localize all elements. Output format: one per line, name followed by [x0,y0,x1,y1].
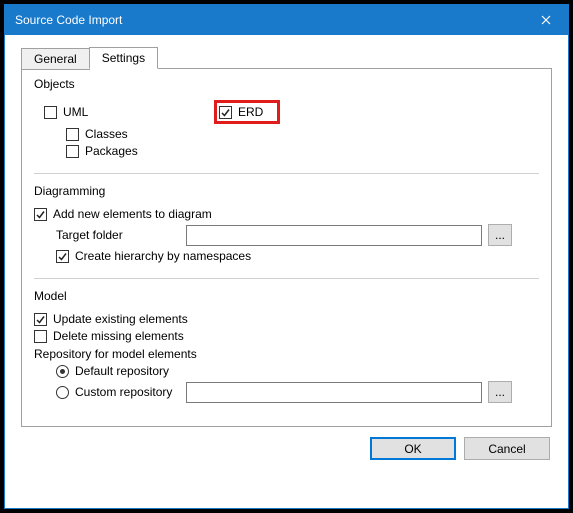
close-icon [541,15,551,25]
label-create-hierarchy[interactable]: Create hierarchy by namespaces [75,249,251,263]
dialog-window: Source Code Import General Settings Obje… [4,4,569,509]
tab-panel-settings: Objects UML ERD [21,68,552,427]
checkbox-erd[interactable] [219,106,232,119]
browse-custom-repository-button[interactable]: ... [488,381,512,403]
dialog-footer: OK Cancel [21,437,552,460]
group-diagramming: Diagramming Add new elements to diagram … [34,184,539,279]
client-area: General Settings Objects UML [5,35,568,472]
label-erd[interactable]: ERD [238,105,263,119]
label-target-folder: Target folder [56,228,186,242]
checkbox-uml[interactable] [44,106,57,119]
radio-custom-repository[interactable] [56,386,69,399]
divider [34,278,539,279]
group-model-label: Model [34,289,539,303]
group-objects: Objects UML ERD [34,77,539,174]
label-add-new-elements[interactable]: Add new elements to diagram [53,207,212,221]
checkbox-packages[interactable] [66,145,79,158]
input-target-folder[interactable] [186,225,482,246]
tab-general[interactable]: General [21,48,90,70]
cancel-button[interactable]: Cancel [464,437,550,460]
group-model: Model Update existing elements Delete mi… [34,289,539,412]
radio-default-repository[interactable] [56,365,69,378]
tab-settings[interactable]: Settings [89,47,158,69]
label-repository: Repository for model elements [34,347,539,361]
tab-strip: General Settings [21,47,552,69]
group-objects-label: Objects [34,77,539,91]
group-diagramming-label: Diagramming [34,184,539,198]
label-delete-missing[interactable]: Delete missing elements [53,329,184,343]
divider [34,173,539,174]
label-uml[interactable]: UML [63,105,88,119]
label-update-existing[interactable]: Update existing elements [53,312,188,326]
checkbox-create-hierarchy[interactable] [56,250,69,263]
checkbox-update-existing[interactable] [34,313,47,326]
ok-button[interactable]: OK [370,437,456,460]
checkbox-classes[interactable] [66,128,79,141]
label-custom-repository[interactable]: Custom repository [75,385,186,399]
highlight-erd: ERD [214,100,280,124]
label-packages[interactable]: Packages [85,144,138,158]
browse-target-folder-button[interactable]: ... [488,224,512,246]
titlebar: Source Code Import [5,5,568,35]
input-custom-repository[interactable] [186,382,482,403]
window-title: Source Code Import [15,13,523,27]
close-button[interactable] [523,5,568,35]
checkbox-add-new-elements[interactable] [34,208,47,221]
label-classes[interactable]: Classes [85,127,128,141]
label-default-repository[interactable]: Default repository [75,364,169,378]
checkbox-delete-missing[interactable] [34,330,47,343]
